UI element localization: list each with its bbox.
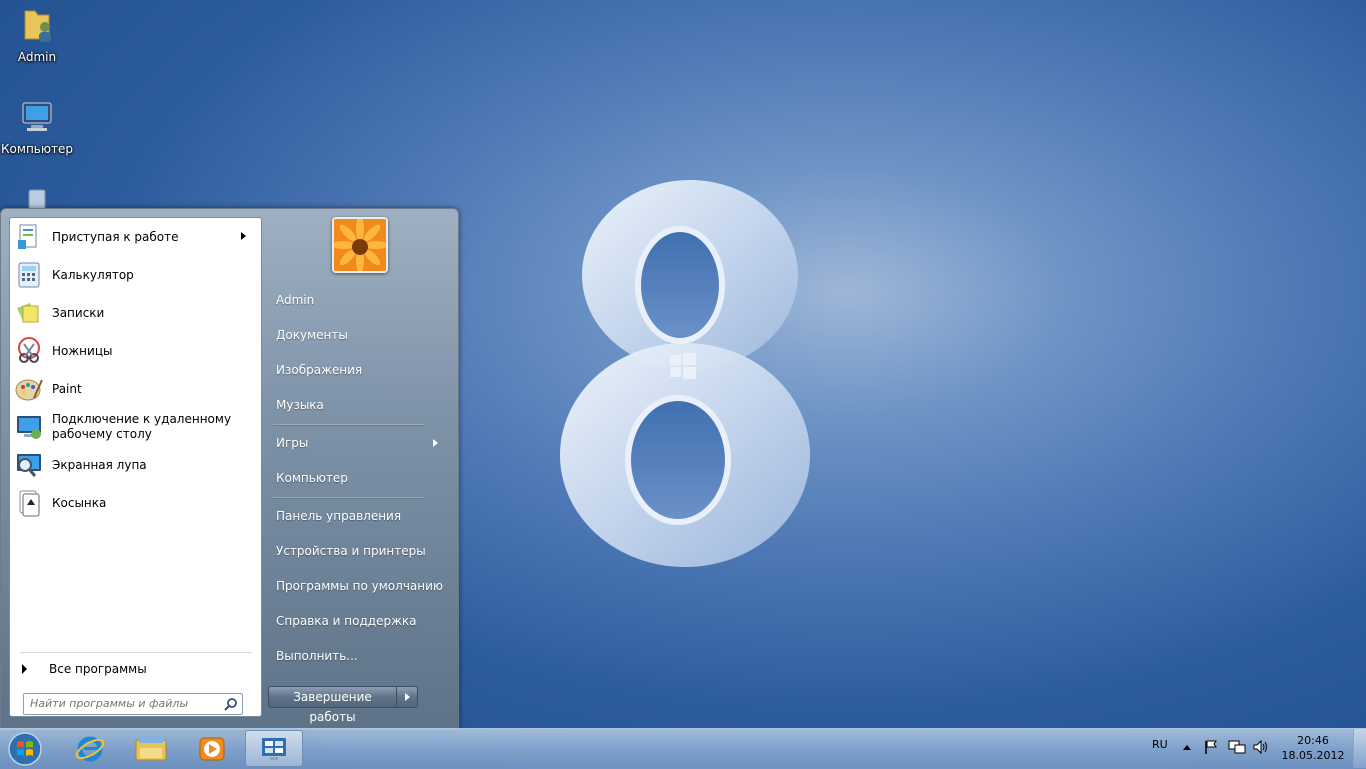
program-paint[interactable]: Paint [12,371,258,407]
volume-icon[interactable] [1252,739,1270,755]
user-account-picture[interactable] [332,217,388,273]
solitaire-icon [19,490,40,517]
submenu-arrow-icon [433,439,438,447]
menu-item-help-support[interactable]: Справка и поддержка [268,607,448,635]
program-snipping-tool[interactable]: Ножницы [12,333,258,369]
expand-arrow-icon [22,664,27,674]
file-explorer-icon [135,736,167,760]
remote-desktop-icon [17,416,41,439]
desktop-icon-admin[interactable]: Admin [0,5,74,64]
menu-item-devices-printers[interactable]: Устройства и принтеры [268,537,448,565]
program-solitaire[interactable]: Косынка [12,485,258,521]
shutdown-button[interactable]: Завершение работы [268,686,396,724]
menu-item-computer[interactable]: Компьютер [268,464,448,492]
taskbar-clock[interactable]: 20:46 18.05.2012 [1278,733,1348,763]
windows-8-wallpaper-logo [560,180,810,567]
search-input[interactable] [24,694,220,712]
taskbar-internet-explorer[interactable] [61,730,119,767]
program-label: Записки [52,305,105,320]
program-label: Подключение к удаленному рабочему столу [52,412,232,441]
all-programs-button[interactable]: Все программы [20,659,252,679]
paint-palette-icon [15,379,43,401]
menu-item-default-programs[interactable]: Программы по умолчанию [268,572,448,600]
program-label: Экранная лупа [52,457,147,472]
menu-item-label: Игры [276,436,309,450]
program-label: Приступая к работе [52,229,179,244]
magnifier-icon [17,454,41,477]
menu-item-run[interactable]: Выполнить... [268,642,448,670]
getting-started-icon [18,224,37,249]
program-getting-started[interactable]: Приступая к работе [12,219,258,255]
all-programs-label: Все программы [49,662,147,676]
program-remote-desktop[interactable]: Подключение к удаленному рабочему столу [12,409,258,445]
program-sticky-notes[interactable]: Записки [12,295,258,331]
program-label: Ножницы [52,343,113,358]
program-label: Калькулятор [52,267,134,282]
internet-explorer-icon [75,736,105,761]
show-desktop-button[interactable] [1353,729,1366,768]
computer-icon [22,102,52,131]
start-menu-programs-pane: Приступая к работе Калькулятор Записки Н… [9,217,262,717]
program-magnifier[interactable]: Экранная лупа [12,447,258,483]
program-label: Paint [52,381,82,396]
desktop-icon-computer[interactable]: Компьютер [0,97,74,156]
divider [20,652,252,653]
divider [273,497,425,499]
taskbar-file-explorer[interactable] [122,730,180,767]
desktop-icon-label: Компьютер [1,142,73,156]
clock-time: 20:46 [1297,734,1329,747]
control-panel-icon [262,737,286,760]
menu-item-documents[interactable]: Документы [268,321,448,349]
calculator-icon [18,262,40,288]
program-label: Косынка [52,495,107,510]
language-indicator[interactable]: RU [1152,738,1168,751]
clock-date: 18.05.2012 [1281,749,1345,762]
menu-item-admin[interactable]: Admin [268,286,448,314]
submenu-arrow-icon [241,232,246,240]
shutdown-options-arrow[interactable] [396,686,418,708]
shutdown-control: Завершение работы [268,686,418,724]
media-player-icon [199,737,225,760]
taskbar-media-player[interactable] [183,730,241,767]
menu-item-pictures[interactable]: Изображения [268,356,448,384]
menu-item-games[interactable]: Игры [268,429,448,457]
divider [273,424,425,426]
user-folder-icon [24,10,51,42]
search-icon[interactable] [224,697,238,711]
start-orb-icon[interactable] [5,730,45,768]
flower-user-picture [334,219,386,271]
desktop-icon-label: Admin [17,50,57,64]
sticky-notes-icon [17,303,39,323]
scissors-icon [18,337,40,363]
start-search-box[interactable] [23,693,243,715]
action-center-flag-icon[interactable] [1203,739,1219,755]
start-menu: Приступая к работе Калькулятор Записки Н… [0,208,459,730]
menu-item-music[interactable]: Музыка [268,391,448,419]
network-icon[interactable] [1228,739,1246,755]
taskbar-control-panel[interactable] [245,730,303,767]
show-hidden-icons-icon[interactable] [1182,743,1192,751]
menu-item-control-panel[interactable]: Панель управления [268,502,448,530]
program-calculator[interactable]: Калькулятор [12,257,258,293]
